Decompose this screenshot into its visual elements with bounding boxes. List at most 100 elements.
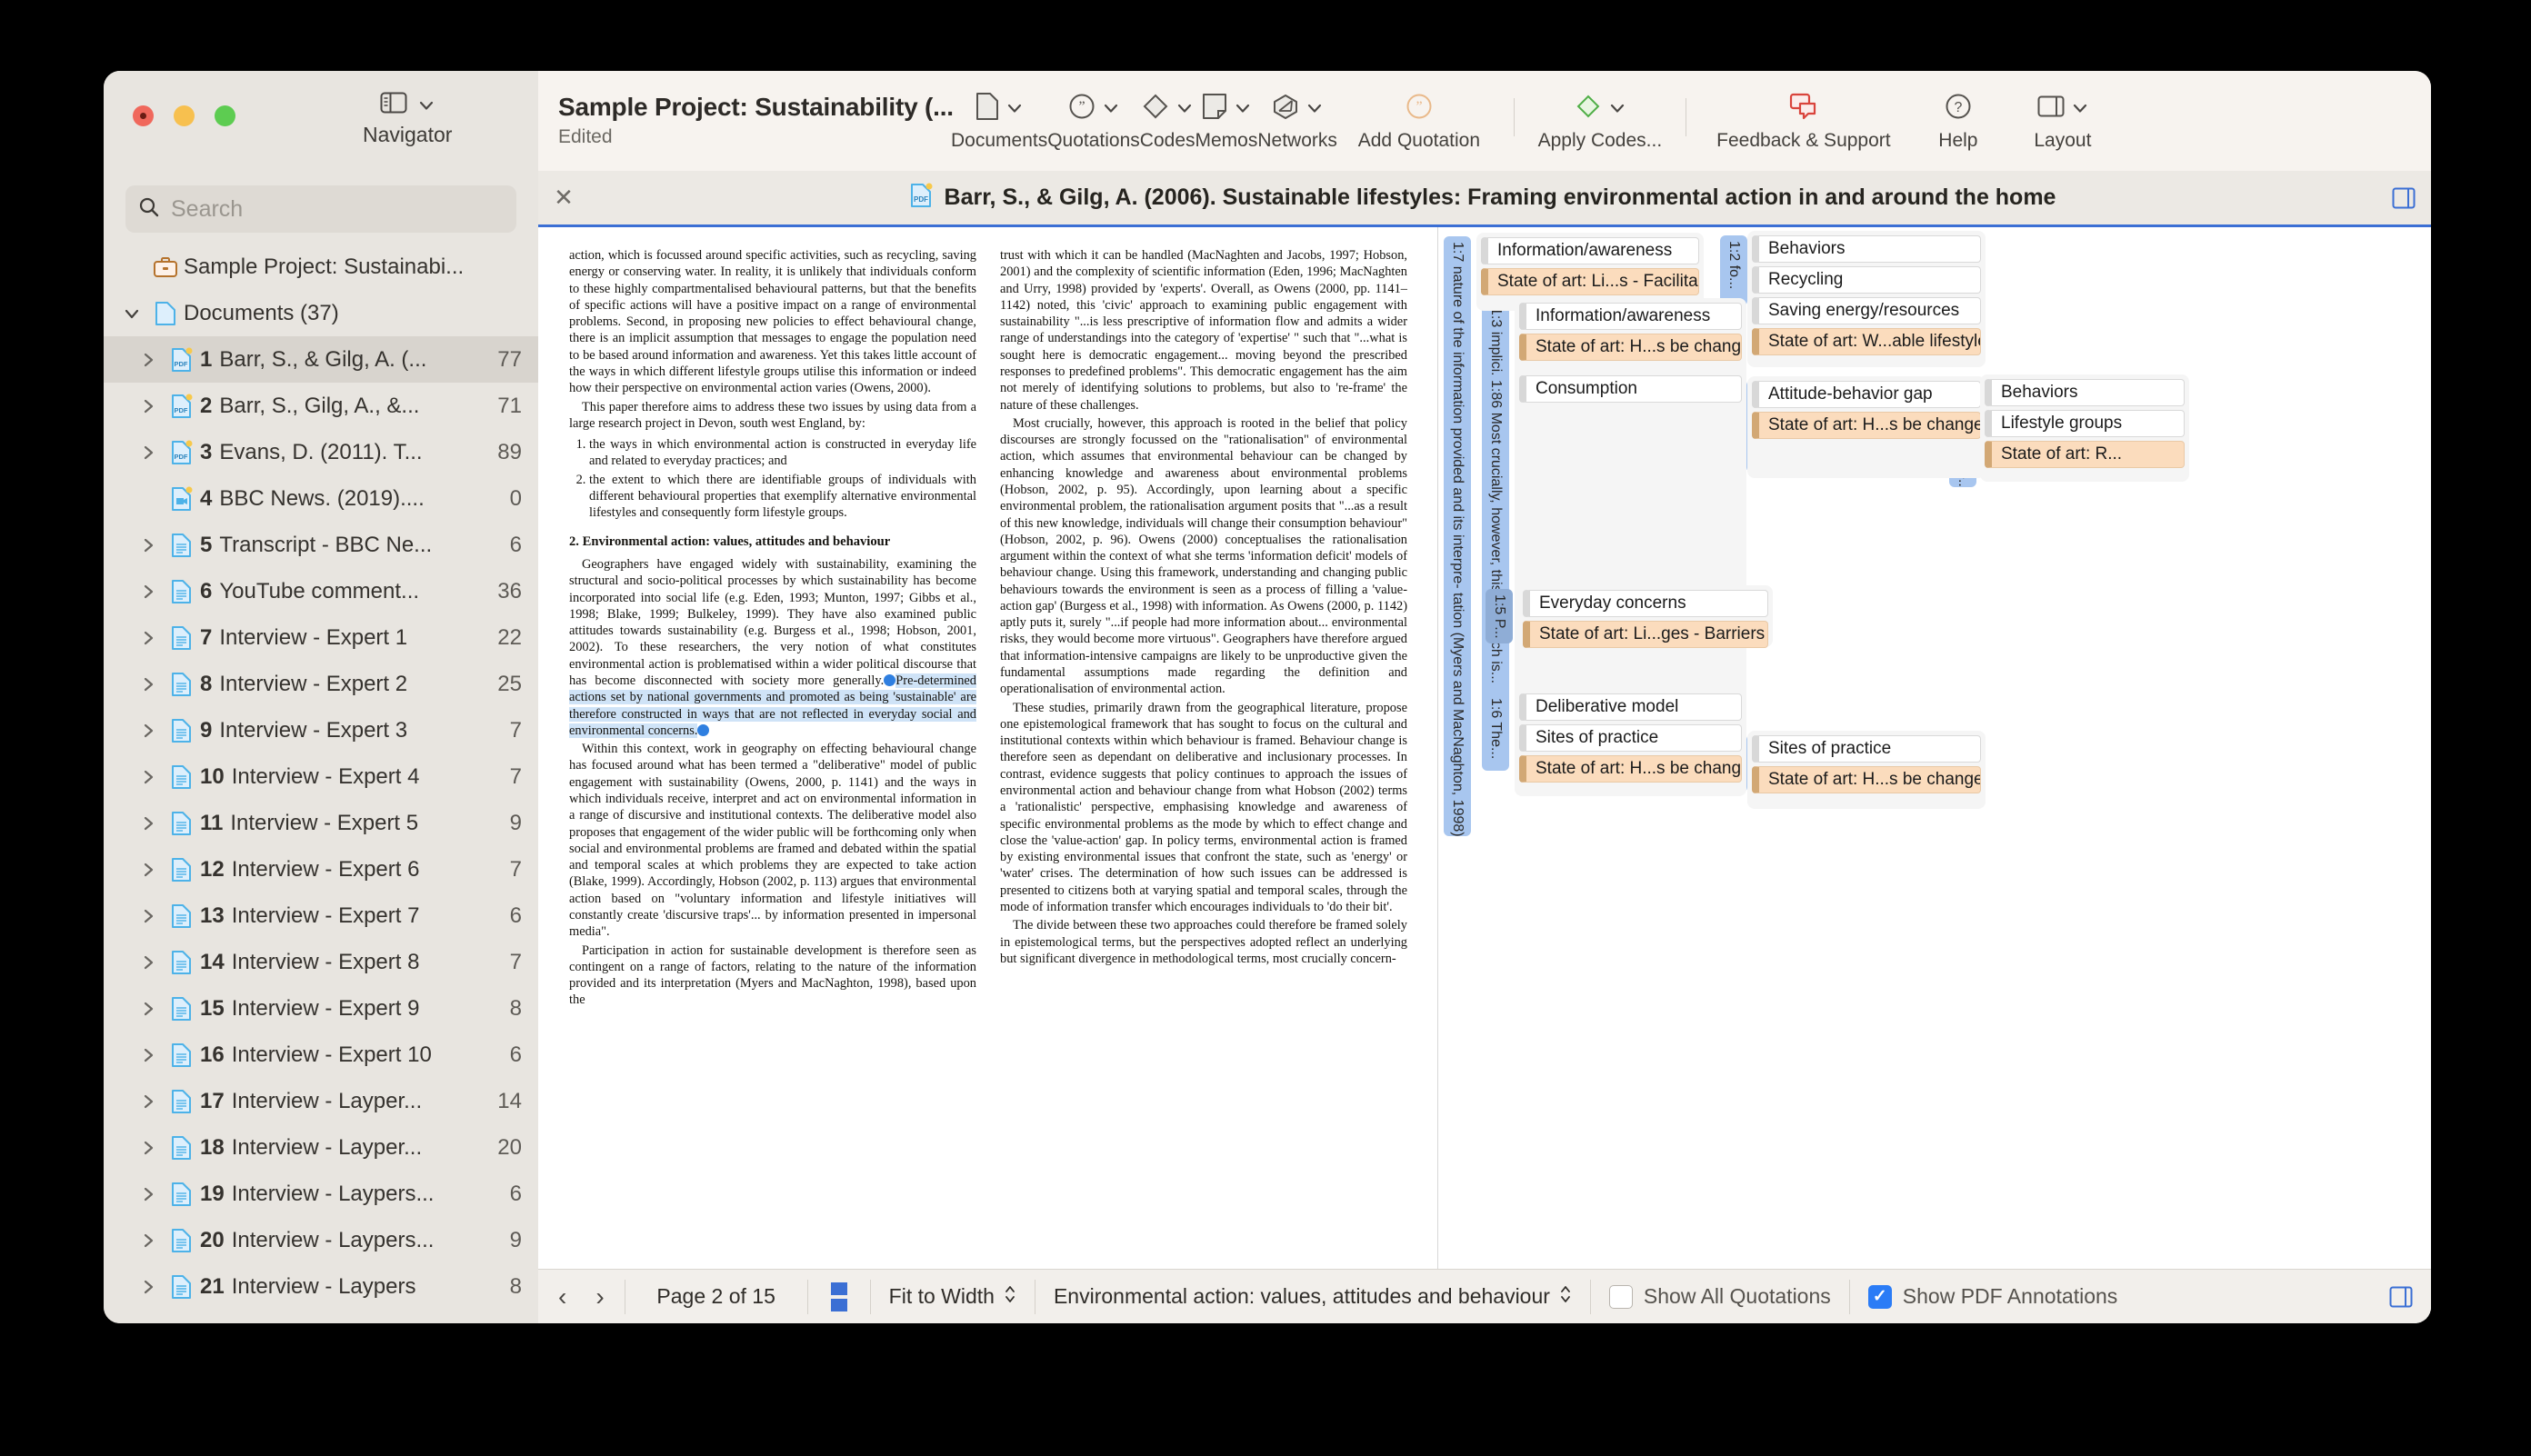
code-chip[interactable]: State of art: H...s be changed? — [1752, 766, 1981, 793]
minimize-window-button[interactable] — [174, 105, 195, 126]
code-chip[interactable]: State of art: Li...ges - Barriers — [1523, 621, 1768, 648]
sidebar-document-item[interactable]: 9 Interview - Expert 3 7 — [104, 707, 538, 753]
expand-arrow-icon[interactable] — [133, 351, 164, 369]
sidebar-document-item[interactable]: 17 Interview - Layper... 14 — [104, 1078, 538, 1124]
show-all-quotations-checkbox[interactable]: Show All Quotations — [1591, 1270, 1849, 1323]
search-input[interactable]: Search — [125, 185, 516, 233]
sidebar-document-item[interactable]: 8 Interview - Expert 2 25 — [104, 661, 538, 707]
expand-arrow-icon[interactable] — [133, 1000, 164, 1018]
next-page-button[interactable]: › — [581, 1282, 618, 1311]
code-chip[interactable]: State of art: Li...s - Facilitators — [1481, 268, 1699, 295]
sidebar-document-item[interactable]: 13 Interview - Expert 7 6 — [104, 893, 538, 939]
checkbox-box[interactable] — [1867, 1284, 1892, 1309]
expand-arrow-icon[interactable] — [133, 1092, 164, 1111]
code-chip[interactable]: State of art: R... — [1985, 441, 2185, 468]
sidebar-document-item[interactable]: 14 Interview - Expert 8 7 — [104, 939, 538, 985]
maximize-window-button[interactable] — [215, 105, 235, 126]
toolbar-quotations-button[interactable]: ” Quotations — [1047, 71, 1140, 152]
sidebar-item-project[interactable]: Sample Project: Sustainabi... — [104, 244, 538, 290]
code-chip[interactable]: Everyday concerns — [1523, 590, 1768, 617]
expand-arrow-icon[interactable] — [133, 907, 164, 925]
toolbar-layout-button[interactable]: Layout — [2008, 71, 2117, 152]
sidebar-group-documents[interactable]: Documents (37) — [104, 290, 538, 336]
toolbar-feedback-button[interactable]: Feedback & Support — [1699, 71, 1908, 152]
sidebar-document-item[interactable]: 11 Interview - Expert 5 9 — [104, 800, 538, 846]
code-chip[interactable]: Behaviors — [1985, 379, 2185, 406]
split-view-button[interactable] — [2376, 187, 2431, 209]
quotation-bar[interactable]: 1:6 The... — [1482, 693, 1509, 771]
show-pdf-annotations-checkbox[interactable]: Show PDF Annotations — [1850, 1270, 2136, 1323]
expand-arrow-icon[interactable] — [133, 1139, 164, 1157]
expand-arrow-icon[interactable] — [133, 583, 164, 601]
sidebar-document-item[interactable]: PDF 2 Barr, S., Gilg, A., &... 71 — [104, 383, 538, 429]
page-thumbnails-button[interactable] — [808, 1270, 870, 1323]
previous-page-button[interactable]: ‹ — [544, 1282, 581, 1311]
code-chip[interactable]: Deliberative model — [1519, 693, 1742, 721]
close-window-button[interactable] — [133, 105, 154, 126]
sidebar-document-item[interactable]: 6 YouTube comment... 36 — [104, 568, 538, 614]
expand-arrow-icon[interactable] — [133, 861, 164, 879]
toolbar-memos-button[interactable]: Memos — [1195, 71, 1257, 152]
code-chip[interactable]: Behaviors — [1752, 235, 1981, 263]
quotation-bar[interactable]: 1:2 fo... — [1720, 235, 1747, 306]
zoom-select[interactable]: Fit to Width — [871, 1270, 1035, 1323]
expand-arrow-icon[interactable] — [133, 675, 164, 693]
checkbox-box[interactable] — [1608, 1284, 1633, 1309]
sidebar-document-item[interactable]: 20 Interview - Laypers... 9 — [104, 1217, 538, 1263]
quotation-bar[interactable]: 1:7 nature of the information provided a… — [1444, 236, 1471, 836]
toolbar-help-button[interactable]: ? Help — [1908, 71, 2008, 152]
code-chip[interactable]: Sites of practice — [1752, 735, 1981, 763]
sidebar-document-item[interactable]: PDF 3 Evans, D. (2011). T... 89 — [104, 429, 538, 475]
close-tab-button[interactable]: ✕ — [538, 184, 589, 212]
sidebar-document-item[interactable]: 4 BBC News. (2019).... 0 — [104, 475, 538, 522]
toolbar-documents-button[interactable]: Documents — [951, 71, 1047, 152]
expand-arrow-icon[interactable] — [133, 629, 164, 647]
expand-arrow-icon[interactable] — [133, 814, 164, 833]
active-document-tab[interactable]: PDF Barr, S., & Gilg, A. (2006). Sustain… — [589, 183, 2376, 213]
code-chip[interactable]: State of art: H...s be changed? — [1519, 755, 1742, 783]
pdf-page-content[interactable]: action, which is focussed around specifi… — [538, 227, 1438, 1269]
expand-arrow-icon[interactable] — [133, 397, 164, 415]
code-chip[interactable]: Information/awareness — [1481, 237, 1699, 264]
toolbar-apply-codes-button[interactable]: Apply Codes... — [1527, 71, 1673, 152]
sidebar-document-item[interactable]: 15 Interview - Expert 9 8 — [104, 985, 538, 1032]
code-chip[interactable]: Saving energy/resources — [1752, 297, 1981, 324]
selection-handle-end[interactable] — [697, 723, 710, 736]
window-controls[interactable] — [133, 105, 235, 126]
toolbar-add-quotation-button[interactable]: ” Add Quotation — [1337, 71, 1501, 152]
sidebar-document-item[interactable]: 16 Interview - Expert 10 6 — [104, 1032, 538, 1078]
toolbar-codes-button[interactable]: Codes — [1140, 71, 1195, 152]
sidebar-document-item[interactable]: 21 Interview - Laypers 8 — [104, 1263, 538, 1310]
code-chip[interactable]: Consumption — [1519, 375, 1742, 403]
toggle-right-panel-button[interactable] — [2371, 1270, 2431, 1323]
expand-arrow-icon[interactable] — [133, 768, 164, 786]
expand-arrow-icon[interactable] — [133, 444, 164, 462]
expand-arrow-icon[interactable] — [133, 953, 164, 972]
code-chip[interactable]: State of art: H...s be changed? — [1519, 334, 1742, 361]
navigator-toggle-button[interactable]: Navigator — [363, 91, 452, 147]
code-chip[interactable]: Information/awareness — [1519, 303, 1742, 330]
code-chip[interactable]: Recycling — [1752, 266, 1981, 294]
sidebar-document-item[interactable]: 12 Interview - Expert 6 7 — [104, 846, 538, 893]
expand-arrow-icon[interactable] — [133, 1046, 164, 1064]
code-chip[interactable]: Sites of practice — [1519, 724, 1742, 752]
sidebar-document-item[interactable]: 19 Interview - Laypers... 6 — [104, 1171, 538, 1217]
chevron-down-icon[interactable] — [116, 304, 147, 323]
expand-arrow-icon[interactable] — [133, 536, 164, 554]
section-select[interactable]: Environmental action: values, attitudes … — [1035, 1270, 1590, 1323]
selection-handle-start[interactable] — [884, 674, 896, 686]
toolbar-networks-button[interactable]: Networks — [1257, 71, 1337, 152]
code-chip[interactable]: Lifestyle groups — [1985, 410, 2185, 437]
code-chip[interactable]: State of art: W...able lifestyle? — [1752, 328, 1981, 355]
sidebar-document-item[interactable]: 5 Transcript - BBC Ne... 6 — [104, 522, 538, 568]
code-chip[interactable]: Attitude-behavior gap — [1752, 381, 1981, 408]
expand-arrow-icon[interactable] — [133, 1278, 164, 1296]
expand-arrow-icon[interactable] — [133, 1185, 164, 1203]
quotation-bar[interactable]: 1:5 P... — [1486, 589, 1513, 643]
sidebar-document-item[interactable]: 18 Interview - Layper... 20 — [104, 1124, 538, 1171]
sidebar-document-item[interactable]: 7 Interview - Expert 1 22 — [104, 614, 538, 661]
expand-arrow-icon[interactable] — [133, 1232, 164, 1250]
sidebar-document-item[interactable]: 10 Interview - Expert 4 7 — [104, 753, 538, 800]
code-chip[interactable]: State of art: H...s be changed? — [1752, 412, 1981, 439]
sidebar-document-item[interactable]: PDF 1 Barr, S., & Gilg, A. (... 77 — [104, 336, 538, 383]
